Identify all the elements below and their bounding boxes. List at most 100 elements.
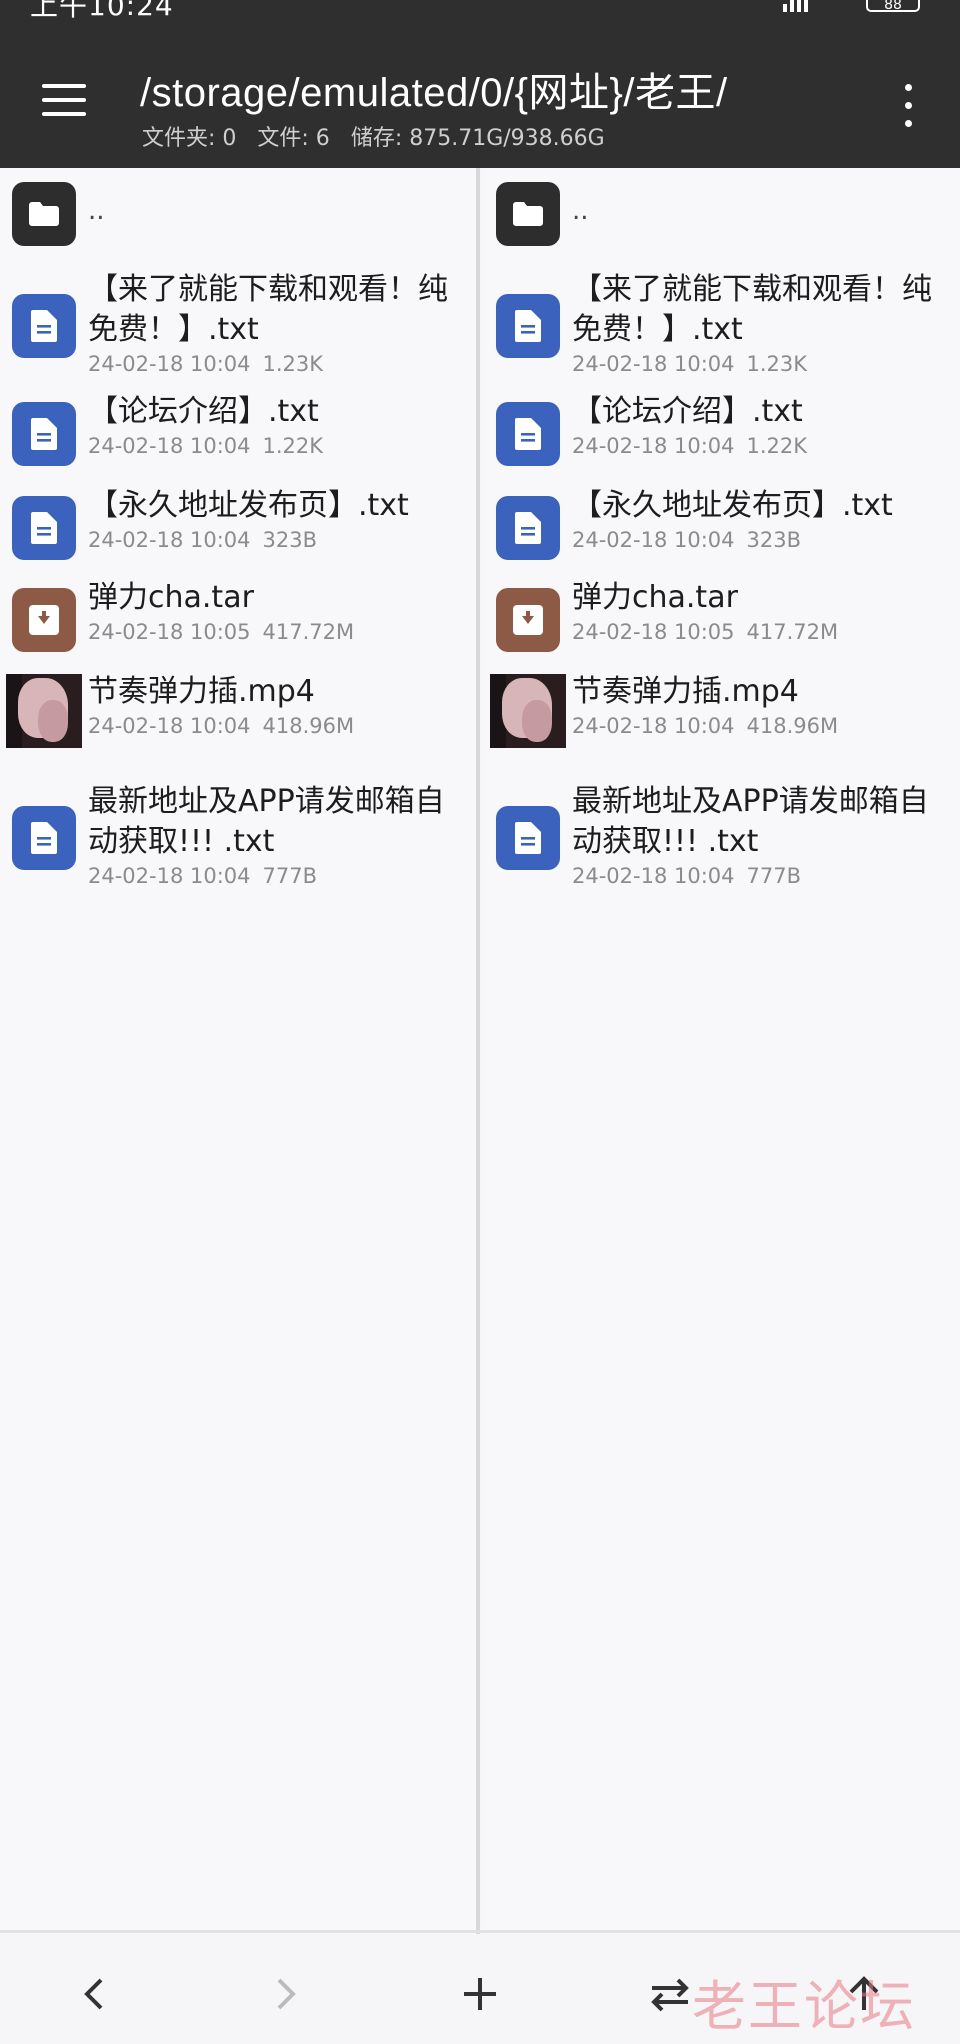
file-size: 417.72M: [262, 620, 355, 644]
archive-icon: [496, 588, 560, 652]
file-row[interactable]: 【永久地址发布页】.txt 24-02-18 10:04 323B: [0, 486, 478, 560]
file-size: 1.22K: [746, 434, 808, 458]
file-meta: 24-02-18 10:04 1.22K: [88, 434, 323, 458]
file-date: 24-02-18 10:05: [572, 620, 735, 644]
file-size: 418.96M: [262, 714, 355, 738]
document-icon: [12, 806, 76, 870]
right-pane[interactable]: .. 【来了就能下载和观看！纯免费！】.txt 24-02-18 10:04 1.…: [484, 168, 960, 1934]
storage-usage: 储存: 875.71G/938.66G: [350, 126, 605, 151]
back-arrow-icon[interactable]: [64, 1964, 124, 2024]
current-path: /storage/emulated/0/{网址}/老王/: [140, 71, 728, 115]
file-date: 24-02-18 10:04: [88, 528, 251, 552]
file-size: 1.22K: [262, 434, 324, 458]
document-icon: [12, 496, 76, 560]
wifi-icon: [822, 0, 852, 12]
file-meta: 24-02-18 10:04 777B: [572, 864, 801, 888]
battery-icon: 88: [866, 0, 920, 13]
parent-directory-row[interactable]: ..: [0, 178, 478, 248]
file-meta: 24-02-18 10:04 323B: [572, 528, 801, 552]
file-name: 【论坛介绍】.txt: [572, 394, 803, 429]
parent-directory-row[interactable]: ..: [484, 178, 960, 248]
file-size: 1.23K: [746, 352, 808, 376]
file-meta: 24-02-18 10:04 418.96M: [572, 714, 838, 738]
file-row[interactable]: 弹力cha.tar 24-02-18 10:05 417.72M: [0, 578, 478, 652]
swap-icon[interactable]: [640, 1964, 700, 2024]
file-name: 弹力cha.tar: [572, 580, 738, 615]
file-name: 节奏弹力插.mp4: [572, 674, 799, 709]
file-meta: 24-02-18 10:04 1.22K: [572, 434, 807, 458]
file-row[interactable]: 【来了就能下载和观看！纯免费！】.txt 24-02-18 10:04 1.23K: [484, 264, 960, 376]
dual-pane-container: .. 【来了就能下载和观看！纯免费！】.txt 24-02-18 10:04 1.…: [0, 168, 960, 1934]
file-date: 24-02-18 10:04: [88, 352, 251, 376]
watermark: 老王论坛: [692, 1975, 916, 2038]
file-row[interactable]: 最新地址及APP请发邮箱自动获取!!! .txt 24-02-18 10:04 7…: [484, 776, 960, 888]
more-options-icon[interactable]: [902, 84, 914, 128]
file-date: 24-02-18 10:04: [88, 714, 251, 738]
folder-count: 文件夹: 0: [142, 126, 237, 151]
file-name: 【永久地址发布页】.txt: [572, 488, 893, 523]
file-meta: 24-02-18 10:04 1.23K: [572, 352, 807, 376]
file-count: 文件: 6: [257, 126, 330, 151]
file-date: 24-02-18 10:04: [88, 864, 251, 888]
left-pane[interactable]: .. 【来了就能下载和观看！纯免费！】.txt 24-02-18 10:04 1.…: [0, 168, 478, 1934]
document-icon: [496, 496, 560, 560]
forward-arrow-icon[interactable]: [256, 1964, 316, 2024]
add-icon[interactable]: [450, 1964, 510, 2024]
storage-info: 文件夹: 0 文件: 6 储存: 875.71G/938.66G: [142, 120, 619, 152]
file-meta: 24-02-18 10:05 417.72M: [88, 620, 354, 644]
signal-icon: [783, 0, 808, 12]
file-size: 323B: [262, 528, 318, 552]
file-row[interactable]: 节奏弹力插.mp4 24-02-18 10:04 418.96M: [484, 670, 960, 750]
file-row[interactable]: 弹力cha.tar 24-02-18 10:05 417.72M: [484, 578, 960, 652]
file-size: 417.72M: [746, 620, 839, 644]
app-bar: /storage/emulated/0/{网址}/老王/ 文件夹: 0 文件: …: [0, 22, 960, 168]
status-bar: 上午10:24 88: [0, 0, 960, 22]
video-thumbnail: [490, 674, 566, 748]
parent-directory-label: ..: [572, 196, 589, 226]
file-row[interactable]: 最新地址及APP请发邮箱自动获取!!! .txt 24-02-18 10:04 7…: [0, 776, 478, 888]
file-row[interactable]: 【永久地址发布页】.txt 24-02-18 10:04 323B: [484, 486, 960, 560]
file-date: 24-02-18 10:04: [88, 434, 251, 458]
file-size: 418.96M: [746, 714, 839, 738]
file-row[interactable]: 【论坛介绍】.txt 24-02-18 10:04 1.22K: [0, 392, 478, 466]
file-row[interactable]: 【论坛介绍】.txt 24-02-18 10:04 1.22K: [484, 392, 960, 466]
file-name: 节奏弹力插.mp4: [88, 674, 315, 709]
document-icon: [12, 402, 76, 466]
file-meta: 24-02-18 10:05 417.72M: [572, 620, 838, 644]
file-row[interactable]: 节奏弹力插.mp4 24-02-18 10:04 418.96M: [0, 670, 478, 750]
archive-icon: [12, 588, 76, 652]
bottom-divider: [0, 1930, 960, 1933]
menu-icon[interactable]: [42, 84, 86, 118]
file-meta: 24-02-18 10:04 418.96M: [88, 714, 354, 738]
file-size: 777B: [746, 864, 802, 888]
file-date: 24-02-18 10:04: [572, 714, 735, 738]
file-row[interactable]: 【来了就能下载和观看！纯免费！】.txt 24-02-18 10:04 1.23K: [0, 264, 478, 376]
document-icon: [496, 294, 560, 358]
file-size: 1.23K: [262, 352, 324, 376]
file-name: 【来了就能下载和观看！纯免费！】.txt: [88, 272, 448, 347]
file-name: 【永久地址发布页】.txt: [88, 488, 409, 523]
file-date: 24-02-18 10:05: [88, 620, 251, 644]
parent-directory-label: ..: [88, 196, 105, 226]
system-icons: 88: [783, 0, 920, 13]
file-size: 323B: [746, 528, 802, 552]
file-date: 24-02-18 10:04: [572, 864, 735, 888]
file-meta: 24-02-18 10:04 323B: [88, 528, 317, 552]
document-icon: [496, 402, 560, 466]
file-meta: 24-02-18 10:04 1.23K: [88, 352, 323, 376]
file-meta: 24-02-18 10:04 777B: [88, 864, 317, 888]
document-icon: [496, 806, 560, 870]
file-name: 【来了就能下载和观看！纯免费！】.txt: [572, 272, 932, 347]
file-date: 24-02-18 10:04: [572, 434, 735, 458]
file-date: 24-02-18 10:04: [572, 352, 735, 376]
document-icon: [12, 294, 76, 358]
file-name: 弹力cha.tar: [88, 580, 254, 615]
folder-icon: [12, 182, 76, 246]
status-time: 上午10:24: [30, 0, 174, 22]
file-name: 最新地址及APP请发邮箱自动获取!!! .txt: [572, 784, 929, 859]
video-thumbnail: [6, 674, 82, 748]
folder-icon: [496, 182, 560, 246]
file-date: 24-02-18 10:04: [572, 528, 735, 552]
file-size: 777B: [262, 864, 318, 888]
file-name: 【论坛介绍】.txt: [88, 394, 319, 429]
